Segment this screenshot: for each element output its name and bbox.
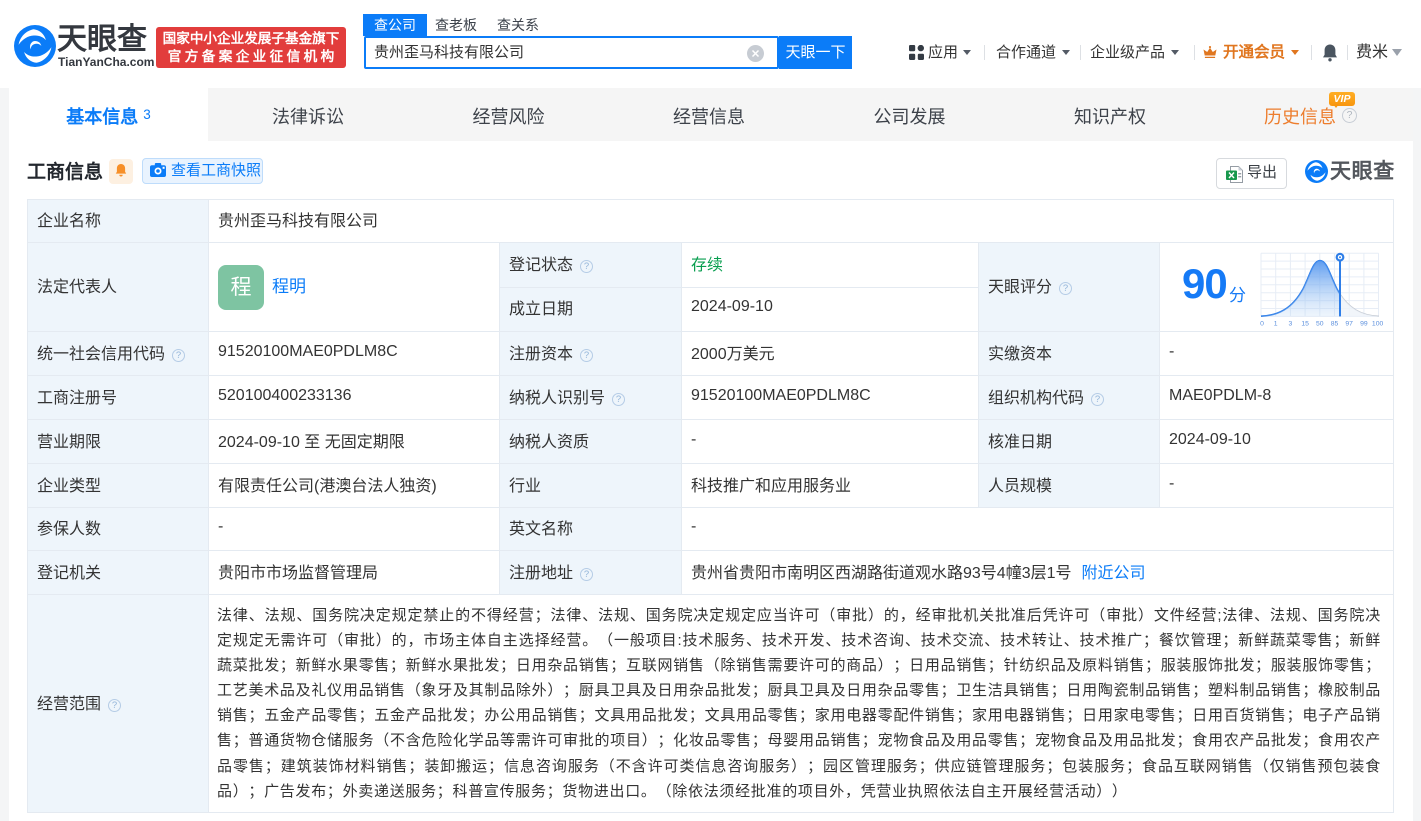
svg-text:3: 3 [1289, 321, 1293, 327]
svg-text:0: 0 [1260, 321, 1264, 327]
svg-text:99: 99 [1360, 321, 1368, 327]
svg-text:85: 85 [1331, 321, 1339, 327]
svg-text:97: 97 [1345, 321, 1353, 327]
svg-text:1: 1 [1274, 321, 1278, 327]
svg-text:50: 50 [1316, 321, 1324, 327]
svg-text:15: 15 [1301, 321, 1309, 327]
svg-text:100: 100 [1372, 321, 1384, 327]
